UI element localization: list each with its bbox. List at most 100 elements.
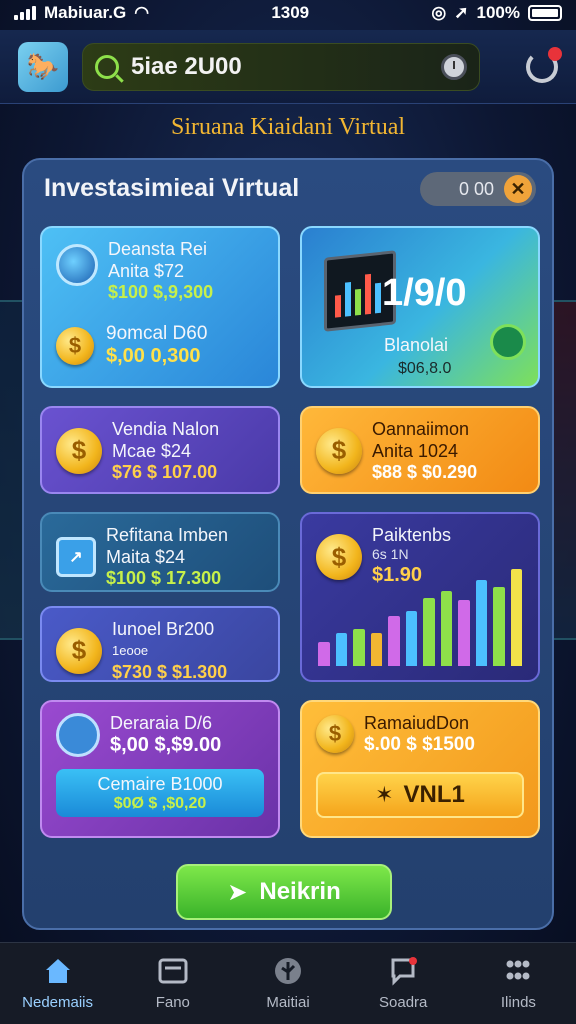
- card-8-value: $,00 $,$9.00: [110, 734, 222, 756]
- status-bar: Mabiuar.G ◠ 1309 ◎ ➚ 100%: [0, 0, 576, 26]
- card-4-value: $88 $ $0.290: [372, 462, 478, 482]
- coin-icon: $: [316, 715, 354, 753]
- card-1-secondary-value: $,00 0,300: [106, 345, 201, 367]
- card-4-title: Oannaiimon: [372, 419, 470, 439]
- chart-bar: [335, 633, 347, 666]
- nav-item-home[interactable]: Nedemaiis: [0, 943, 115, 1024]
- star-icon: ✶: [375, 782, 394, 807]
- nav-item-maitiai[interactable]: Maitiai: [230, 943, 345, 1024]
- card-1-title: Deansta Rei: [108, 239, 208, 259]
- chart-bar: [388, 616, 400, 666]
- globe-icon: [56, 244, 98, 286]
- chart-bar: [440, 591, 452, 666]
- card-9-button[interactable]: ✶ VNL1: [316, 772, 524, 818]
- status-left: Mabiuar.G ◠: [14, 3, 149, 23]
- nav-label-soadra: Soadra: [379, 994, 428, 1011]
- card-2-value: $06,8.0: [398, 360, 452, 377]
- wifi-icon: ◠: [134, 3, 150, 22]
- chart-bar: [353, 629, 365, 666]
- bottom-nav: Nedemaiis Fano Maitiai Soadra Ilinds: [0, 942, 576, 1024]
- card-1-subtitle: Anita $72: [108, 261, 185, 281]
- bar-chart: [318, 546, 522, 666]
- chart-bar: [370, 633, 382, 666]
- investment-card-4[interactable]: $ Oannaiimon Anita 1024 $88 $ $0.290: [300, 406, 540, 494]
- grid-icon: [506, 960, 530, 980]
- coin-icon: $: [56, 627, 102, 674]
- coin-icon: $: [56, 326, 94, 365]
- toggle-value: 0 00: [458, 178, 494, 199]
- card-2-label: Blanolai: [384, 335, 449, 355]
- refresh-icon[interactable]: [526, 46, 562, 83]
- primary-action-label: Neikrin: [259, 878, 341, 905]
- sync-icon: ◎: [431, 3, 447, 22]
- chart-bar: [318, 642, 330, 666]
- card-1-value: $100 $,9,300: [108, 282, 214, 302]
- plant-icon: [490, 324, 526, 360]
- chart-bar: [405, 611, 417, 666]
- left-decoration: [0, 300, 24, 640]
- investment-card-7[interactable]: $ Paiktenbs 6s 1N $1.90: [300, 512, 540, 682]
- investment-panel: Investasimieai Virtual 0 00 ✕ Deansta Re…: [22, 158, 554, 930]
- card-8-button[interactable]: Cemaire B1000 $0Ø $ ,$0,20: [56, 769, 264, 817]
- nav-label-home: Nedemaiis: [22, 994, 94, 1011]
- chart-bar: [475, 580, 487, 666]
- nav-label-ilinds: Ilinds: [500, 994, 536, 1011]
- card-3-value: $76 $ 107.00: [112, 462, 218, 482]
- primary-action-button[interactable]: ➤ Neikrin: [176, 864, 392, 920]
- investment-card-6[interactable]: $ Iunoel Br200 1eooe $730 $ $1.300: [40, 606, 280, 682]
- search-value: 5iae 2U00: [131, 52, 242, 80]
- card-icon: [158, 958, 188, 984]
- card-3-title: Vendia Nalon: [112, 419, 220, 439]
- nav-label-fano: Fano: [155, 994, 190, 1011]
- send-icon: ➤: [227, 878, 248, 906]
- page-title: Siruana Kiaidani Virtual: [170, 114, 406, 140]
- status-time: 1309: [271, 3, 310, 22]
- card-9-button-label: VNL1: [403, 781, 465, 808]
- signal-icon: [14, 6, 36, 20]
- nav-item-ilinds[interactable]: Ilinds: [461, 943, 576, 1024]
- notification-dot: [548, 46, 562, 61]
- card-2-big-value: 1/9/0: [382, 272, 467, 314]
- panel-title: Investasimieai Virtual: [44, 174, 300, 202]
- target-icon: [275, 958, 301, 984]
- card-4-subtitle: Anita 1024: [372, 441, 459, 461]
- card-9-title: RamaiudDon: [364, 713, 470, 733]
- right-decoration: [552, 300, 576, 640]
- investment-card-8[interactable]: Deraraia D/6 $,00 $,$9.00 Cemaire B1000 …: [40, 700, 280, 838]
- investment-card-2[interactable]: 1/9/0 Blanolai $06,8.0: [300, 226, 540, 388]
- chart-bar: [493, 587, 505, 666]
- card-8-title: Deraraia D/6: [110, 713, 213, 733]
- top-bar: 🐎 5iae 2U00: [0, 30, 576, 104]
- location-icon: ➚: [454, 3, 469, 22]
- investment-card-9[interactable]: $ RamaiudDon $.00 $ $1500 ✶ VNL1: [300, 700, 540, 838]
- close-icon[interactable]: ✕: [504, 175, 532, 203]
- card-5-subtitle: Maita $24: [106, 547, 186, 567]
- card-1-secondary-title: 9omcal D60: [106, 323, 208, 344]
- investment-card-5[interactable]: ↗ Refitana Imben Maita $24 $100 $ 17.300: [40, 512, 280, 592]
- investment-card-3[interactable]: $ Vendia Nalon Mcae $24 $76 $ 107.00: [40, 406, 280, 494]
- carrier-name: Mabiuar.G: [44, 3, 127, 22]
- investment-card-1[interactable]: Deansta Rei Anita $72 $100 $,9,300 $ 9om…: [40, 226, 280, 388]
- coin-stack-icon: $: [316, 427, 362, 474]
- app-logo-icon[interactable]: 🐎: [18, 41, 68, 92]
- nav-item-soadra[interactable]: Soadra: [346, 943, 461, 1024]
- chart-bar: [510, 569, 522, 666]
- chat-icon: [391, 957, 418, 986]
- card-7-title: Paiktenbs: [372, 525, 452, 545]
- nav-item-fano[interactable]: Fano: [115, 943, 230, 1024]
- panel-balance-toggle[interactable]: 0 00 ✕: [420, 172, 536, 206]
- card-5-value: $100 $ 17.300: [106, 568, 222, 588]
- battery-percent: 100%: [476, 3, 520, 22]
- search-icon: [95, 54, 119, 79]
- clock-icon[interactable]: [441, 53, 467, 80]
- card-8-button-label: Cemaire B1000: [97, 774, 223, 794]
- home-icon: [45, 959, 70, 983]
- card-6-subtitle: 1eooe: [112, 643, 149, 658]
- nav-label-maitiai: Maitiai: [266, 994, 310, 1011]
- card-6-title: Iunoel Br200: [112, 619, 215, 639]
- shield-lock-icon: [56, 712, 100, 757]
- card-6-value: $730 $ $1.300: [112, 662, 228, 682]
- search-input[interactable]: 5iae 2U00: [82, 42, 480, 91]
- card-3-subtitle: Mcae $24: [112, 441, 192, 461]
- card-8-button-value: $0Ø $ ,$0,20: [113, 795, 207, 812]
